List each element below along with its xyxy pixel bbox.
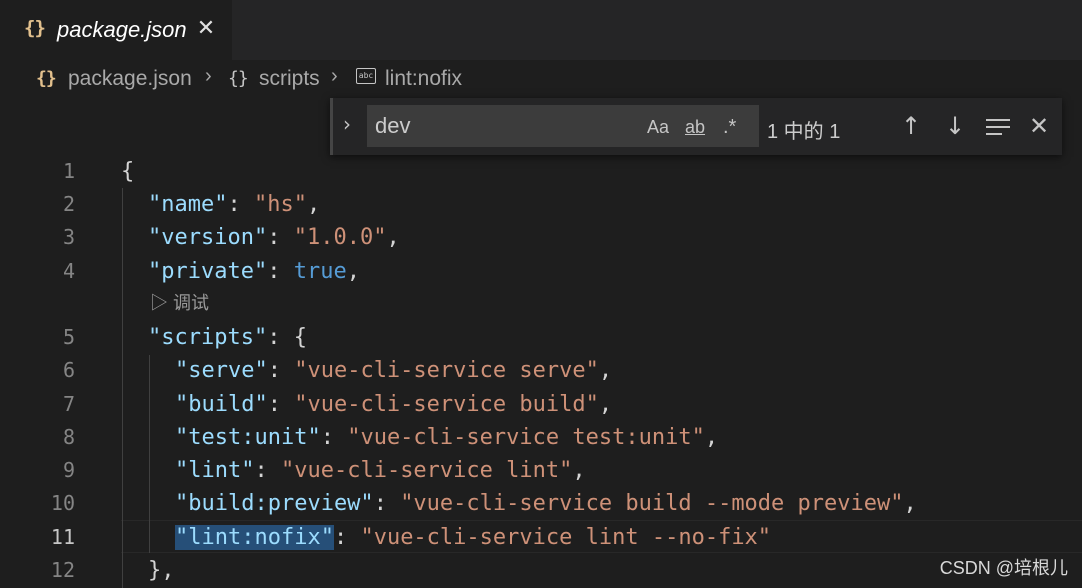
line-number: 3 [62, 225, 75, 249]
find-in-selection-icon[interactable] [986, 119, 1010, 137]
line-number-active: 11 [50, 525, 75, 549]
object-icon: {} [228, 68, 249, 89]
breadcrumb-scripts[interactable]: scripts [259, 67, 320, 91]
vscode-window: {} package.json ✕ {} package.json › {} s… [0, 0, 1082, 588]
match-case-icon[interactable]: Aa [647, 115, 669, 139]
editor[interactable]: 1 2 3 4 5 6 7 8 9 10 11 12 { "name": "hs… [0, 155, 1082, 588]
breadcrumb-file[interactable]: package.json [68, 67, 192, 91]
regex-icon[interactable]: .* [723, 115, 736, 139]
chevron-right-icon: › [331, 65, 338, 87]
json-file-icon: {} [24, 17, 46, 39]
line-number: 12 [50, 558, 75, 582]
string-icon: abc [356, 68, 376, 84]
code-line: { [121, 159, 135, 184]
debug-codelens[interactable]: ▷ 调试 [150, 287, 209, 320]
chevron-right-icon: › [205, 65, 212, 87]
line-number: 9 [62, 458, 75, 482]
indent-guide [122, 188, 123, 588]
find-input-box: Aa ab .* [367, 105, 759, 147]
indent-guide [149, 355, 150, 553]
json-file-icon: {} [36, 68, 57, 89]
line-number: 7 [62, 392, 75, 416]
code-line-current: "lint:nofix": "vue-cli-service lint --no… [175, 525, 772, 550]
code-line: "private": true, [148, 259, 360, 284]
tab-bar: {} package.json ✕ [0, 0, 1082, 60]
arrow-down-icon[interactable]: ↓ [941, 112, 969, 140]
line-number: 6 [62, 358, 75, 382]
tab-package-json[interactable]: {} package.json ✕ [0, 0, 232, 60]
breadcrumb: {} package.json › {} scripts › lint:nofi… [0, 60, 1082, 98]
line-number: 8 [62, 425, 75, 449]
find-widget: › Aa ab .* 1 中的 1 ↑ ↓ ✕ [330, 98, 1062, 155]
code-line: "lint": "vue-cli-service lint", [175, 458, 586, 483]
close-icon[interactable]: ✕ [194, 17, 218, 41]
watermark: CSDN @培根儿 [939, 558, 1068, 578]
code-line: "build": "vue-cli-service build", [175, 392, 613, 417]
code-line: "build:preview": "vue-cli-service build … [175, 491, 917, 516]
tab-title: package.json [57, 17, 187, 42]
code-line: "name": "hs", [148, 192, 321, 217]
line-number: 1 [62, 159, 75, 183]
breadcrumb-lint-nofix[interactable]: lint:nofix [385, 67, 462, 91]
arrow-up-icon[interactable]: ↑ [897, 112, 925, 140]
code-line: "version": "1.0.0", [148, 225, 400, 250]
code-line: "test:unit": "vue-cli-service test:unit"… [175, 425, 719, 450]
close-icon[interactable]: ✕ [1025, 112, 1053, 140]
code-line: }, [148, 558, 175, 583]
code-line: "scripts": { [148, 325, 307, 350]
line-number: 10 [50, 491, 75, 515]
find-input[interactable] [375, 113, 635, 139]
line-number: 4 [62, 259, 75, 283]
line-number: 2 [62, 192, 75, 216]
toggle-replace-icon[interactable]: › [343, 112, 351, 136]
line-number: 5 [62, 325, 75, 349]
whole-word-icon[interactable]: ab [685, 115, 705, 139]
code-line: "serve": "vue-cli-service serve", [175, 358, 613, 383]
match-count: 1 中的 1 [767, 121, 841, 143]
selected-key: "lint:nofix" [175, 525, 334, 550]
